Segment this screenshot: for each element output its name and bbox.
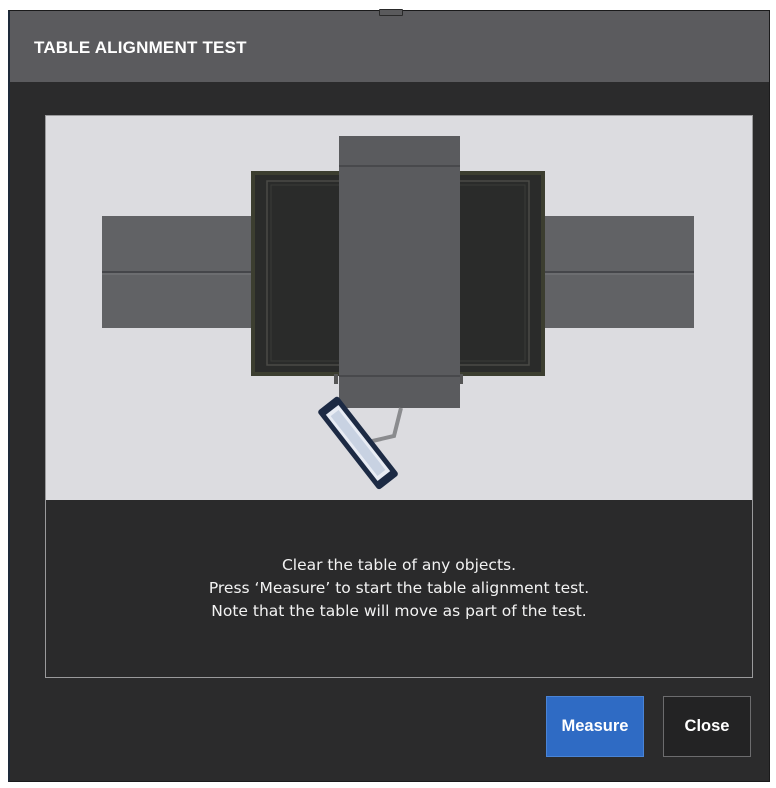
close-button[interactable]: Close — [663, 696, 751, 757]
left-arm — [102, 216, 254, 328]
alignment-sensor — [318, 396, 398, 490]
dialog-title: TABLE ALIGNMENT TEST — [34, 38, 247, 57]
instruction-line: Press ‘Measure’ to start the table align… — [208, 579, 590, 597]
table-foot-left — [334, 374, 338, 384]
sensor-support-arm — [367, 407, 403, 444]
instruction-message: Clear the table of any objects. Press ‘M… — [46, 500, 752, 677]
measure-button[interactable]: Measure — [546, 696, 644, 757]
instruction-line: Clear the table of any objects. — [281, 556, 517, 574]
table-alignment-illustration — [46, 116, 752, 500]
table-alignment-diagram-icon — [102, 136, 694, 490]
center-gantry — [339, 136, 460, 408]
dialog-title-bar[interactable]: TABLE ALIGNMENT TEST — [10, 11, 769, 82]
dialog-drag-handle[interactable] — [379, 9, 403, 16]
right-arm — [544, 216, 694, 328]
table-alignment-dialog: TABLE ALIGNMENT TEST Clear the table of … — [8, 10, 770, 782]
instruction-line: Note that the table will move as part of… — [211, 602, 587, 620]
dialog-content-panel: Clear the table of any objects. Press ‘M… — [45, 115, 753, 678]
